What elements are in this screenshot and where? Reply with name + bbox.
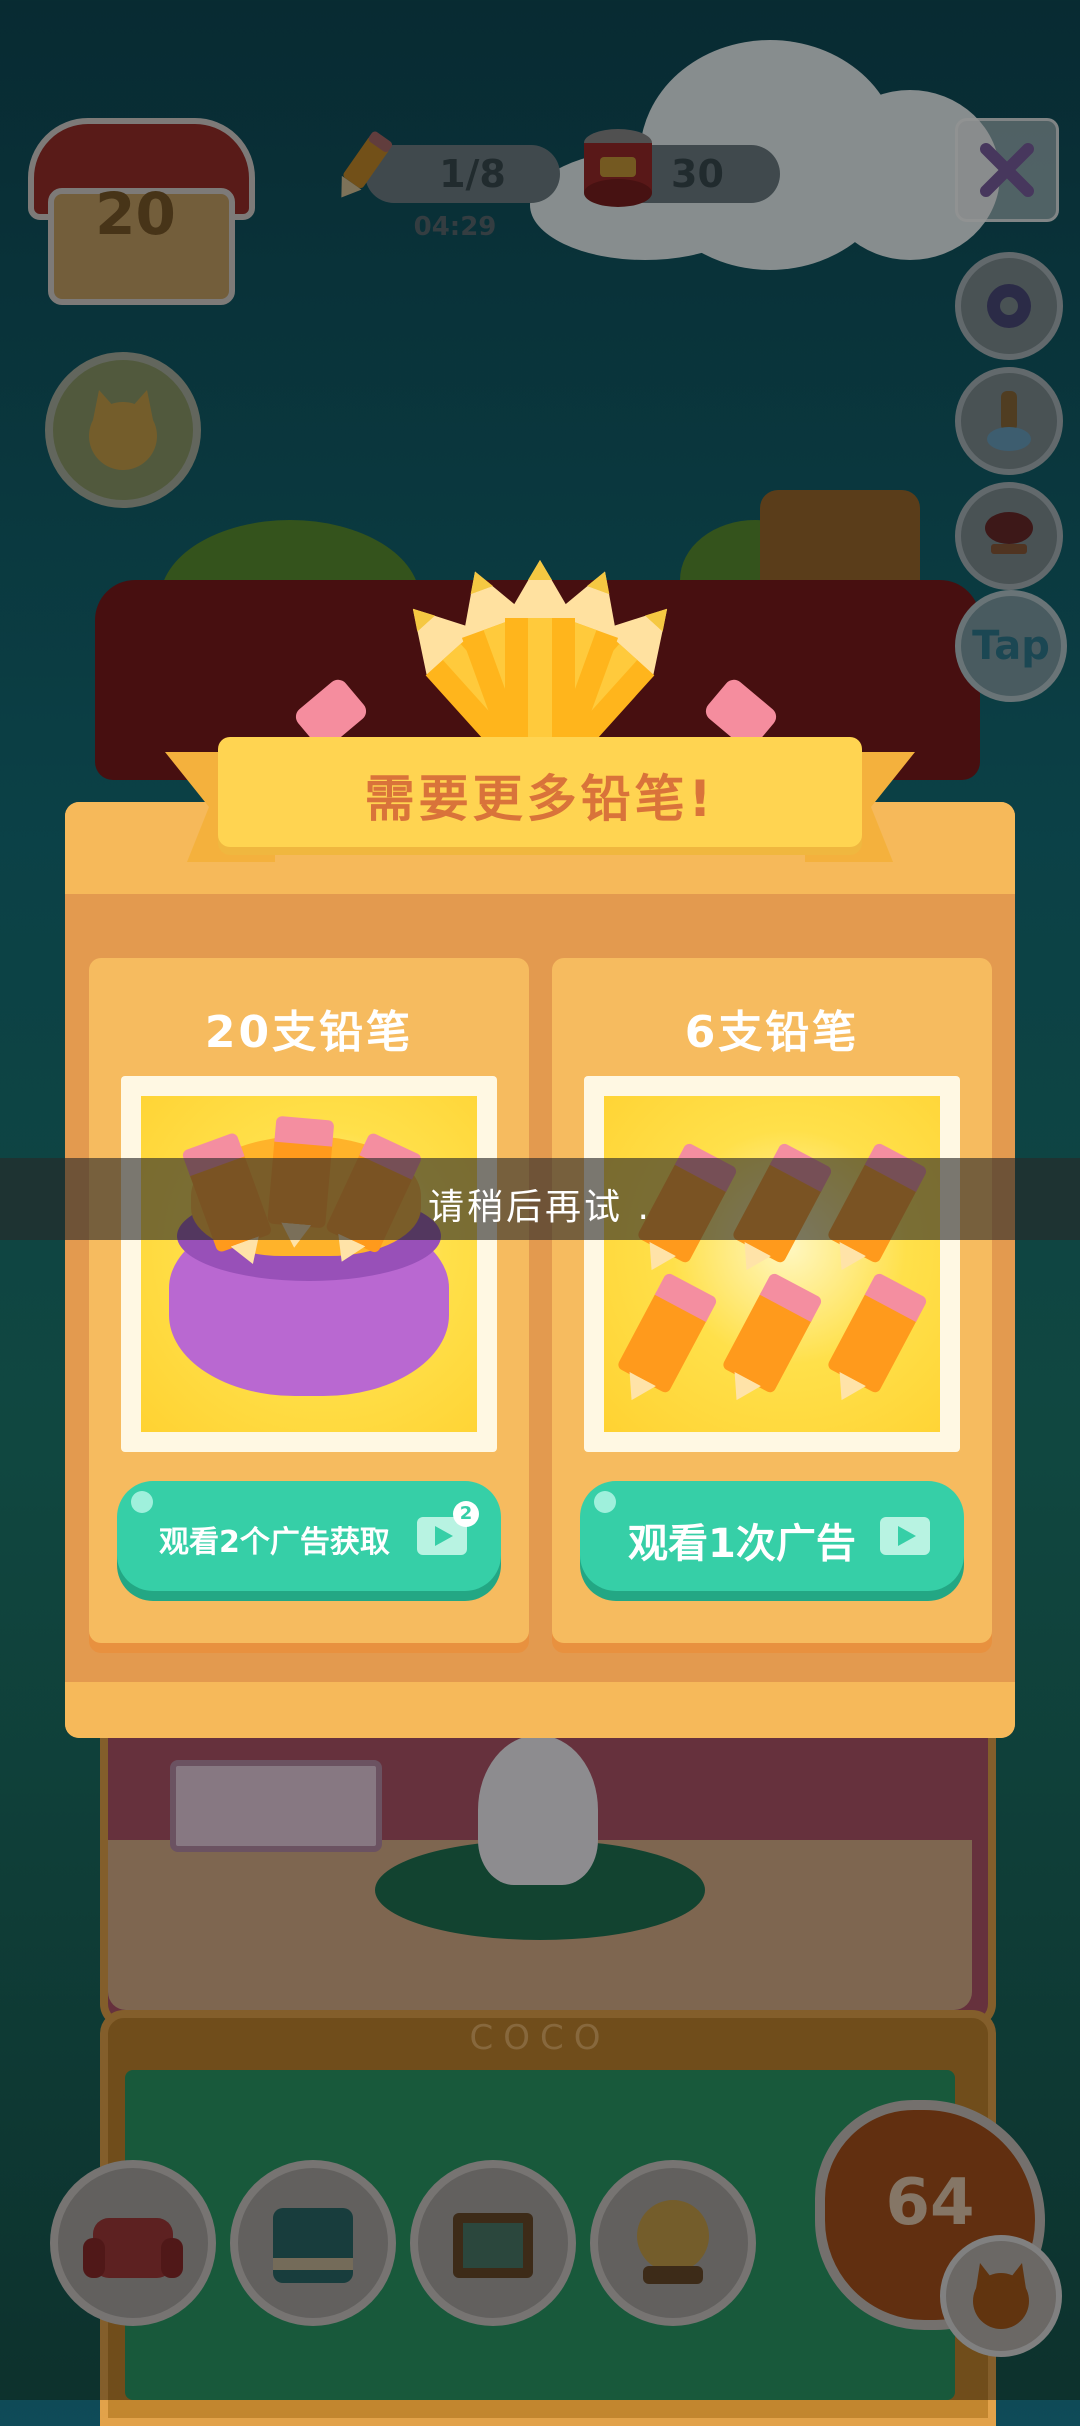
dialog-footer-band	[65, 1682, 1015, 1738]
watch-1-ad-button[interactable]: 观看1次广告	[580, 1481, 964, 1591]
offer-title: 6支铅笔	[684, 1007, 860, 1058]
six-pencils-image	[604, 1096, 940, 1432]
watch-1-ad-label: 观看1次广告	[628, 1521, 856, 1567]
toast: 请稍后再试 .	[0, 1158, 1080, 1240]
pencil-icon	[505, 560, 575, 750]
watch-2-ads-label: 观看2个广告获取	[159, 1525, 390, 1560]
ad-count-badge: 2	[453, 1501, 479, 1527]
offer-title: 20支铅笔	[204, 1007, 414, 1058]
toast-message: 请稍后再试 .	[428, 1187, 652, 1228]
dialog-title: 需要更多铅笔!	[364, 770, 716, 828]
video-play-icon	[880, 1517, 930, 1555]
pencil-icon	[616, 1287, 710, 1395]
offer-card-20-pencils: 20支铅笔 观看2个广告获取 2	[89, 958, 529, 1643]
button-shine	[131, 1491, 153, 1513]
watch-2-ads-button[interactable]: 观看2个广告获取 2	[117, 1481, 501, 1591]
button-shine	[594, 1491, 616, 1513]
dialog-title-ribbon: 需要更多铅笔!	[218, 737, 862, 847]
pencil-icon	[721, 1287, 815, 1395]
pencils-fan-illustration	[291, 550, 781, 774]
offer-image-frame	[584, 1076, 960, 1452]
offer-card-6-pencils: 6支铅笔 观看1次广告	[552, 958, 992, 1643]
offer-image-frame	[121, 1076, 497, 1452]
pencil-icon	[826, 1287, 920, 1395]
pencil-bag-image	[141, 1096, 477, 1432]
